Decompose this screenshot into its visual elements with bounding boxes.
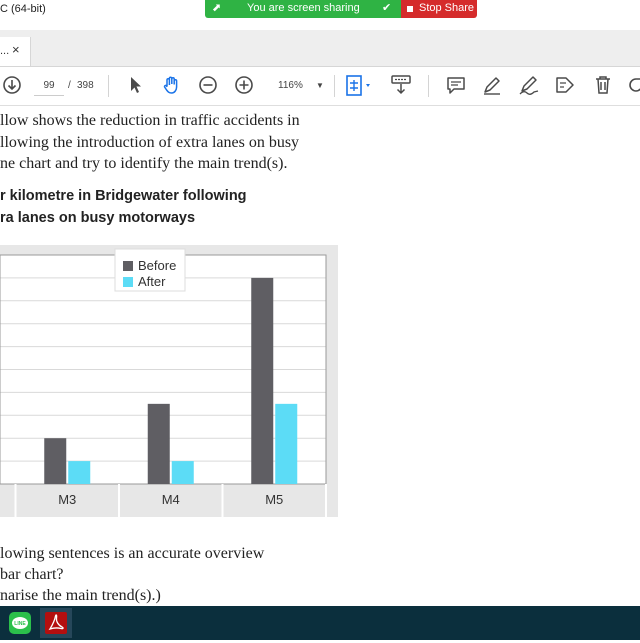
legend-swatch-after (123, 277, 133, 287)
bar-chart-svg: M2M3M4M5BeforeAfter (0, 248, 327, 517)
select-arrow-icon[interactable] (128, 75, 144, 95)
stop-icon (407, 6, 413, 12)
chart-heading-line: r kilometre in Bridgewater following (0, 188, 247, 204)
legend-label-after: After (138, 274, 166, 289)
svg-text:LINE: LINE (14, 621, 26, 627)
bar-before-m4 (147, 403, 170, 484)
fit-page-icon[interactable] (346, 75, 374, 97)
page-separator: / (68, 80, 71, 91)
zoom-value: 116% (278, 80, 303, 91)
document-page: llow shows the reduction in traffic acci… (0, 106, 640, 606)
bar-after-m3 (68, 461, 91, 484)
stamp-icon[interactable] (554, 75, 576, 95)
zoom-out-icon[interactable] (198, 75, 218, 95)
shield-check-icon: ✔ (382, 2, 392, 14)
toolbar-divider (108, 75, 109, 97)
taskbar-app-acrobat[interactable] (40, 608, 72, 638)
stop-share-button[interactable]: Stop Share (401, 0, 477, 18)
chevron-down-icon: ▼ (316, 81, 324, 90)
hand-icon[interactable] (162, 75, 182, 95)
delete-icon[interactable] (594, 75, 612, 95)
pdf-toolbar: 99 / 398 116% ▼ (0, 67, 640, 106)
bar-after-m5 (275, 403, 298, 484)
sign-icon[interactable] (518, 75, 540, 95)
paragraph-line: llowing the introduction of extra lanes … (0, 134, 300, 151)
bar-before-m3 (44, 438, 67, 484)
highlight-pen-icon[interactable] (482, 75, 502, 95)
chart-heading-line: ra lanes on busy motorways (0, 210, 196, 226)
line-app-icon: LINE (9, 612, 31, 634)
toolbar-divider (428, 75, 429, 97)
page-total: 398 (77, 80, 94, 91)
page-number-input[interactable]: 99 (34, 77, 64, 96)
question-line: lowing sentences is an accurate overview (0, 545, 265, 562)
screen-share-banner[interactable]: ⬈ You are screen sharing ✔ (205, 0, 401, 18)
toolbar-divider (334, 75, 335, 97)
x-tick-label: M5 (265, 492, 283, 507)
x-tick-label: M3 (58, 492, 76, 507)
share-arrow-icon: ⬈ (212, 2, 222, 14)
paragraph-line: llow shows the reduction in traffic acci… (0, 112, 300, 129)
question-line: narise the main trend(s).) (0, 587, 161, 604)
screen-share-status: You are screen sharing (247, 2, 360, 14)
bar-chart: M2M3M4M5BeforeAfter (0, 245, 338, 517)
acrobat-reader-icon (45, 612, 67, 634)
rotate-icon[interactable] (626, 75, 640, 95)
bar-before-m5 (251, 277, 274, 484)
paragraph-line: ne chart and try to identify the main tr… (0, 155, 288, 172)
x-tick-label: M4 (162, 492, 180, 507)
tab-label: ... (0, 45, 10, 57)
taskbar: LINE (0, 606, 640, 640)
zoom-in-icon[interactable] (234, 75, 254, 95)
close-icon[interactable]: × (12, 42, 20, 57)
download-icon[interactable] (2, 75, 22, 95)
question-line: bar chart? (0, 566, 64, 583)
legend-swatch-before (123, 261, 133, 271)
window-title: C (64-bit) (0, 3, 46, 15)
legend-label-before: Before (138, 258, 176, 273)
comment-icon[interactable] (446, 75, 466, 95)
stop-share-label: Stop Share (419, 2, 475, 14)
document-tab[interactable]: ... × (0, 37, 31, 66)
scroll-mode-icon[interactable] (390, 75, 412, 95)
taskbar-app-line[interactable]: LINE (4, 608, 36, 638)
bar-after-m4 (171, 461, 194, 484)
tab-bar: ... × (0, 30, 640, 67)
zoom-level-select[interactable]: 116% ▼ (268, 77, 326, 95)
